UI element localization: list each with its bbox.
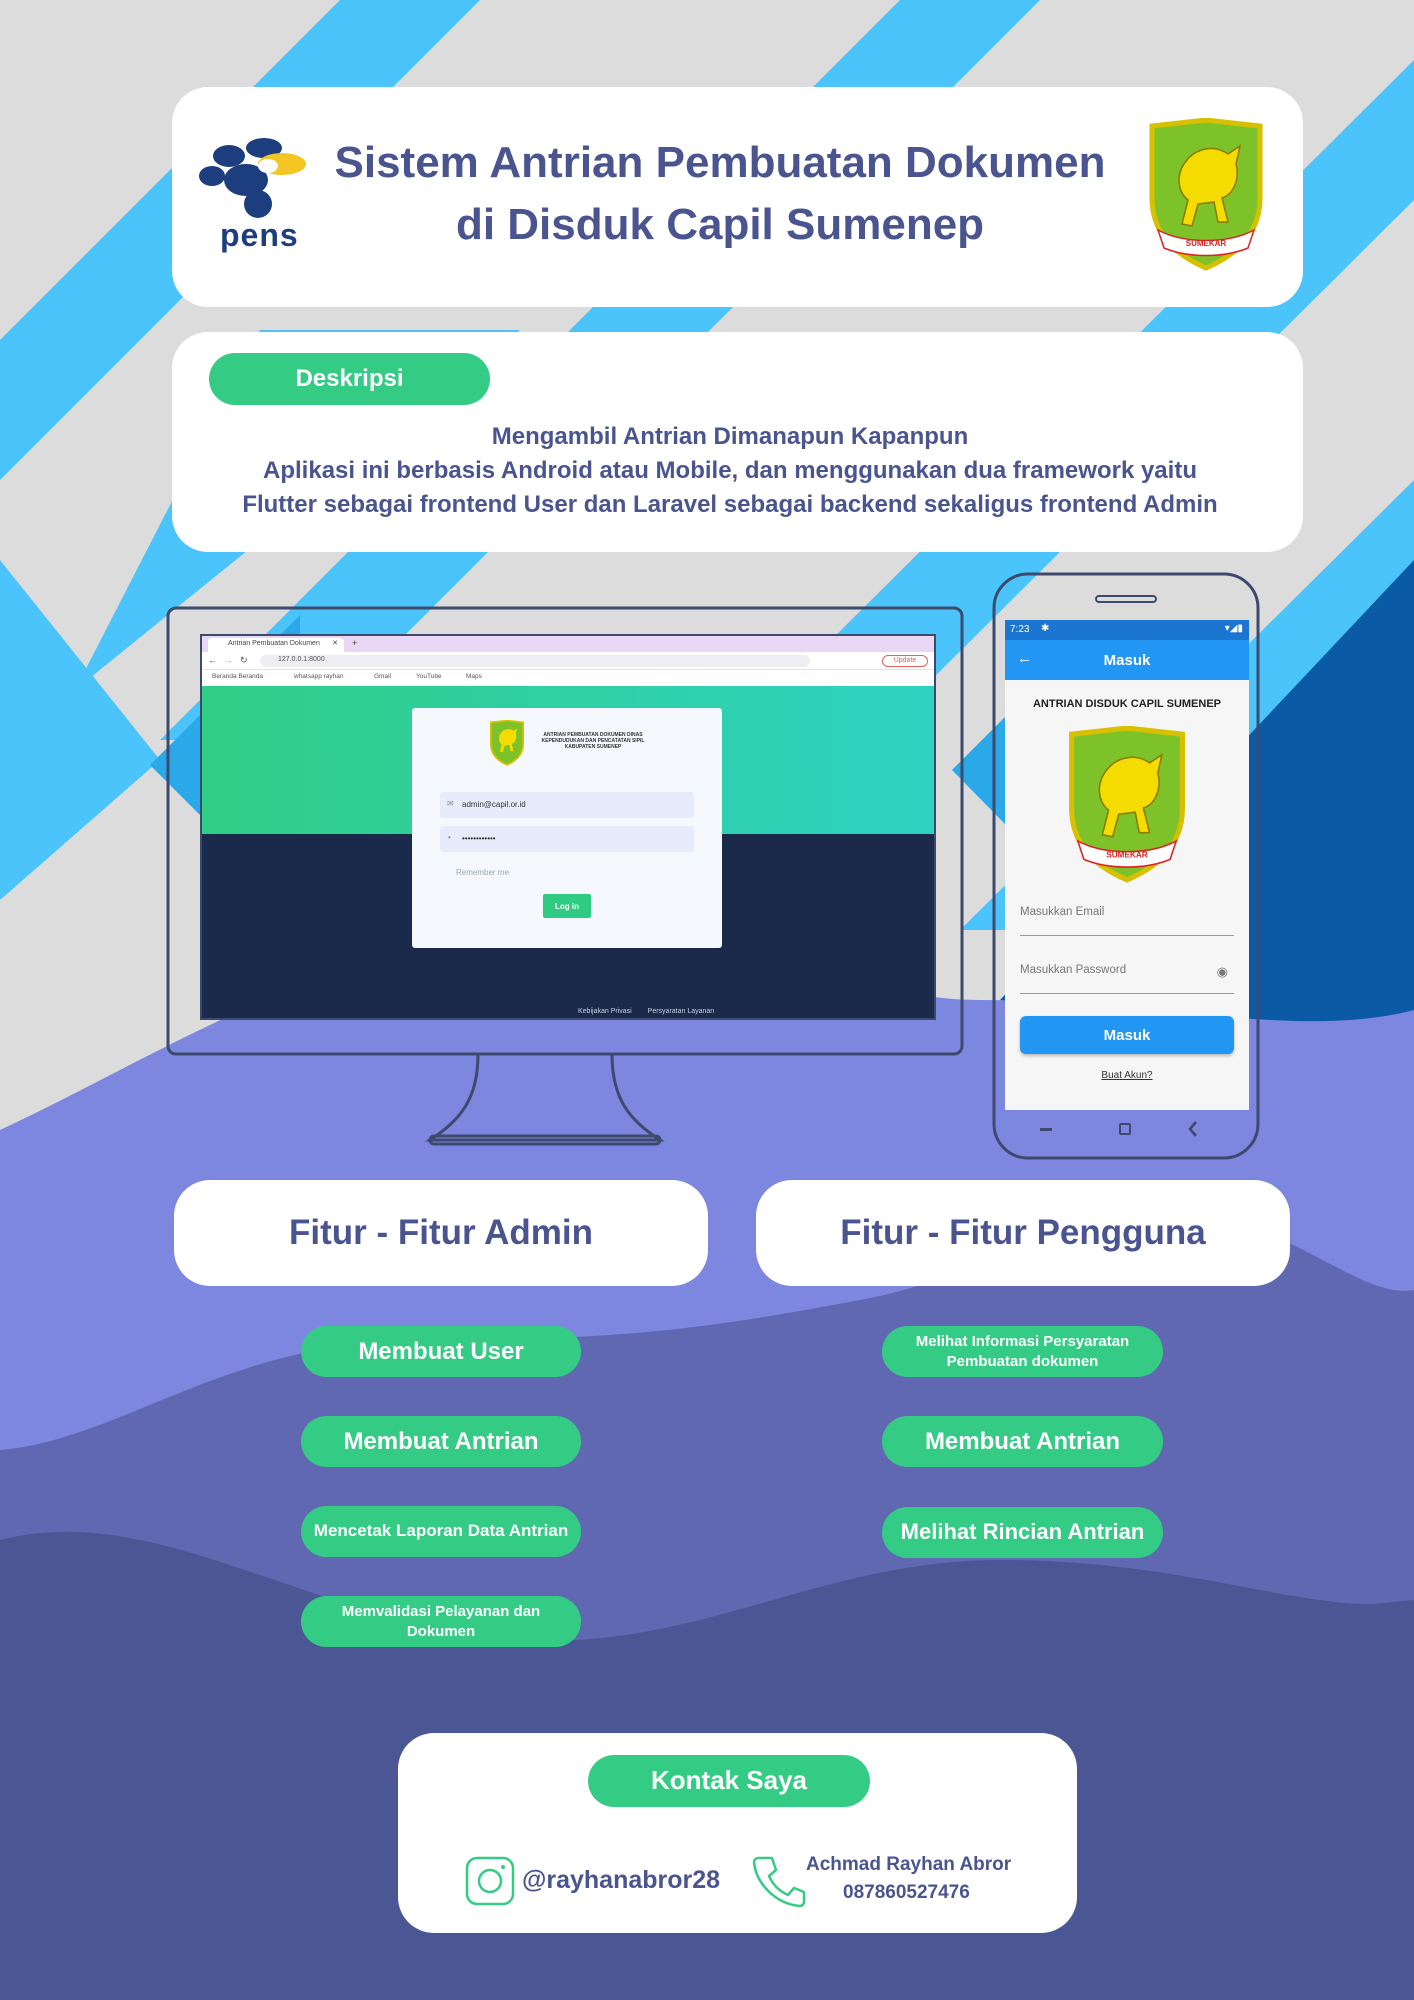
phone-status-bar: 7:23 ✱ ▾◢▮ <box>1005 620 1249 640</box>
user-feature-item: Melihat Rincian Antrian <box>882 1507 1163 1558</box>
phone-password-placeholder: Masukkan Password <box>1020 964 1127 976</box>
phone-login-button[interactable]: Masuk <box>1020 1016 1234 1054</box>
instagram-icon[interactable] <box>465 1856 515 1906</box>
contact-badge: Kontak Saya <box>588 1755 870 1807</box>
tab-close-icon[interactable]: ✕ <box>332 639 338 647</box>
instagram-handle[interactable]: @rayhanabror28 <box>522 1866 720 1895</box>
privacy-link[interactable]: Kebijakan Privasi <box>578 1008 632 1015</box>
update-button[interactable]: Update <box>882 655 928 667</box>
bookmark-item[interactable]: Gmail <box>374 673 391 680</box>
remember-me-checkbox[interactable]: Remember me <box>456 868 509 877</box>
description-line2: Aplikasi ini berbasis Android atau Mobil… <box>263 457 1197 484</box>
page-title-line2: di Disduk Capil Sumenep <box>455 200 985 249</box>
bookmark-item[interactable]: Maps <box>466 673 482 680</box>
description-line3: Flutter sebagai frontend User dan Larave… <box>242 491 1218 518</box>
register-link[interactable]: Buat Akun? <box>1005 1070 1249 1081</box>
bookmark-item[interactable]: YouTube <box>416 673 442 680</box>
emblem-ribbon-text: SUMEKAR <box>1186 239 1227 248</box>
description-badge: Deskripsi <box>209 353 490 405</box>
login-email-input[interactable]: ✉ admin@capil.or.id <box>440 792 694 818</box>
phone-emblem: SUMEKAR <box>1069 726 1185 883</box>
admin-feature-item: Mencetak Laporan Data Antrian <box>301 1506 581 1557</box>
login-password-value: •••••••••••• <box>462 834 496 843</box>
terms-link[interactable]: Persyaratan Layanan <box>648 1008 715 1015</box>
login-card: ANTRIAN PEMBUATAN DOKUMEN DINAS KEPENDUD… <box>412 708 722 948</box>
admin-features-title: Fitur - Fitur Admin <box>174 1180 708 1286</box>
phone-time: 7:23 <box>1010 624 1030 635</box>
login-title: ANTRIAN PEMBUATAN DOKUMEN DINAS KEPENDUD… <box>541 732 645 750</box>
pens-logo-text: pens <box>220 217 299 253</box>
settings-icon: ✱ <box>1041 623 1050 634</box>
bookmark-item[interactable]: Beranda Beranda <box>212 673 263 680</box>
phone-emblem-ribbon: SUMEKAR <box>1106 850 1147 859</box>
user-feature-item: Melihat Informasi Persyaratan Pembuatan … <box>882 1326 1163 1377</box>
user-feature-item: Membuat Antrian <box>882 1416 1163 1467</box>
phone-app-screenshot: 7:23 ✱ ▾◢▮ ← Masuk ANTRIAN DISDUK CAPIL … <box>1005 620 1249 1110</box>
browser-tab[interactable]: Antrian Pembuatan Dokumen ✕ <box>208 638 344 652</box>
sumenep-emblem: SUMEKAR <box>1149 118 1263 271</box>
admin-feature-item: Membuat User <box>301 1326 581 1377</box>
page-title-line1: Sistem Antrian Pembuatan Dokumen <box>334 138 1106 187</box>
browser-tab-bar: Antrian Pembuatan Dokumen ✕ + <box>202 636 934 652</box>
bookmarks-bar: Beranda Beranda whatsapp rayhan Gmail Yo… <box>202 670 934 684</box>
phone-app-bar-title: Masuk <box>1103 652 1151 669</box>
login-button[interactable]: Log in <box>543 894 591 918</box>
description-text: Mengambil Antrian Dimanapun Kapanpun Apl… <box>190 420 1270 522</box>
pens-logo: pens <box>199 138 306 253</box>
phone-heading: ANTRIAN DISDUK CAPIL SUMENEP <box>1032 698 1222 710</box>
admin-feature-item: Memvalidasi Pelayanan dan Dokumen <box>301 1596 581 1647</box>
browser-url-bar: ← → ↻ 127.0.0.1:8000 Update <box>202 652 934 670</box>
tab-title: Antrian Pembuatan Dokumen <box>228 640 320 647</box>
reload-icon[interactable]: ↻ <box>240 655 248 666</box>
url-field[interactable]: 127.0.0.1:8000 <box>260 655 810 667</box>
bookmark-item[interactable]: whatsapp rayhan <box>294 673 344 680</box>
eye-icon[interactable]: ◉ <box>1217 964 1228 980</box>
phone-password-input[interactable]: Masukkan Password ◉ <box>1020 964 1234 994</box>
login-footer-links: Kebijakan Privasi Persyaratan Layanan <box>578 1008 728 1015</box>
desktop-browser-screenshot: Antrian Pembuatan Dokumen ✕ + ← → ↻ 127.… <box>200 634 936 1020</box>
login-emblem <box>489 720 525 766</box>
lock-icon: • <box>448 833 451 842</box>
description-line1: Mengambil Antrian Dimanapun Kapanpun <box>491 423 969 450</box>
back-nav-icon[interactable]: ← <box>208 655 217 665</box>
phone-app-bar: ← Masuk <box>1005 640 1249 680</box>
forward-nav-icon[interactable]: → <box>224 655 233 665</box>
phone-email-input[interactable]: Masukkan Email <box>1020 906 1234 936</box>
new-tab-icon[interactable]: + <box>352 638 357 648</box>
login-email-value: admin@capil.or.id <box>462 800 526 809</box>
remember-me-label: Remember me <box>456 868 509 877</box>
contact-phone[interactable]: 087860527476 <box>843 1882 970 1904</box>
contact-name: Achmad Rayhan Abror <box>806 1854 1012 1875</box>
phone-icon <box>752 1856 806 1908</box>
battery-icon: ▾◢▮ <box>1224 623 1243 634</box>
login-password-input[interactable]: • •••••••••••• <box>440 826 694 852</box>
phone-email-placeholder: Masukkan Email <box>1020 906 1105 918</box>
user-features-title: Fitur - Fitur Pengguna <box>756 1180 1290 1286</box>
page-title: Sistem Antrian Pembuatan Dokumen di Disd… <box>320 132 1120 256</box>
admin-feature-item: Membuat Antrian <box>301 1416 581 1467</box>
mail-icon: ✉ <box>447 799 454 808</box>
